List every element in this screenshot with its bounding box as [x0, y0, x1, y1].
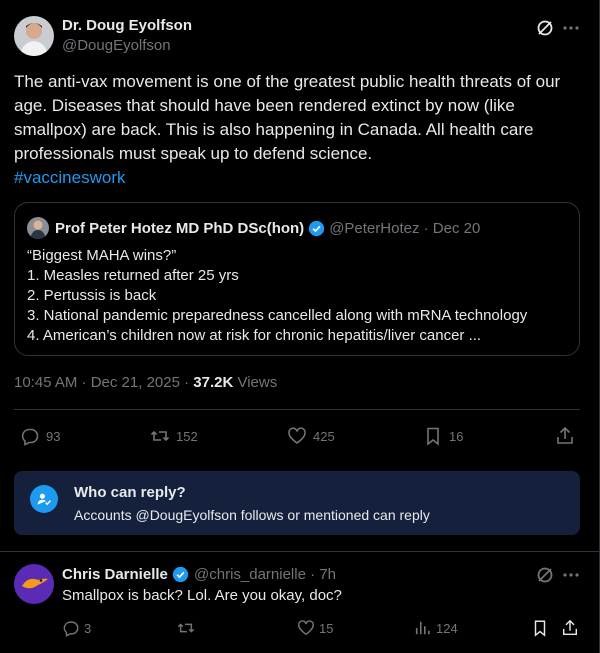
- who-can-reply-banner: Who can reply? Accounts @DougEyolfson fo…: [14, 471, 580, 535]
- bookmark-button[interactable]: 16: [423, 426, 463, 446]
- quoted-line: “Biggest MAHA wins?”: [27, 247, 177, 264]
- reply-author-name[interactable]: Chris Darnielle: [62, 566, 168, 583]
- reply-icon: [21, 428, 39, 446]
- share-button[interactable]: [561, 619, 585, 637]
- quoted-line: 2. Pertussis is back: [27, 287, 157, 304]
- reply-count: 93: [46, 428, 61, 444]
- hashtag-link[interactable]: #vaccineswork: [14, 166, 574, 190]
- like-button[interactable]: 15: [297, 619, 333, 637]
- author-handle[interactable]: @DougEyolfson: [62, 37, 171, 54]
- views-label: Views: [233, 374, 278, 391]
- author-avatar[interactable]: [14, 16, 54, 56]
- action-bar: 93 152 425 16: [0, 425, 600, 447]
- repost-button[interactable]: 152: [150, 426, 198, 446]
- quoted-author-name: Prof Peter Hotez MD PhD DSc(hon): [55, 219, 305, 237]
- like-count: 425: [313, 428, 335, 444]
- bookmark-count: 16: [449, 428, 464, 444]
- who-can-reply-subtitle: Accounts @DougEyolfson follows or mentio…: [74, 507, 430, 523]
- bookmark-icon: [534, 620, 546, 637]
- quoted-line: 4. American’s children now at risk for c…: [27, 327, 482, 344]
- share-button[interactable]: [555, 426, 581, 446]
- bookmark-icon: [427, 427, 439, 446]
- author-name[interactable]: Dr. Doug Eyolfson: [62, 17, 192, 34]
- reply-meta[interactable]: @chris_darnielle · 7h: [194, 566, 336, 583]
- reply-count: 3: [84, 620, 92, 636]
- reply-author-avatar[interactable]: [14, 564, 54, 604]
- views-count: 124: [436, 620, 458, 636]
- divider: [14, 409, 580, 410]
- reply-action-bar: 3 15 124: [0, 618, 600, 640]
- grok-icon[interactable]: [535, 565, 555, 585]
- views-icon: [415, 621, 430, 635]
- quoted-author-avatar: [27, 217, 49, 239]
- quoted-text: “Biggest MAHA wins?” 1. Measles returned…: [27, 246, 572, 346]
- quoted-line: 3. National pandemic preparedness cancel…: [27, 307, 528, 324]
- repost-icon: [177, 623, 195, 633]
- reply-button[interactable]: 3: [62, 619, 91, 637]
- verified-icon: [309, 220, 325, 236]
- divider: [0, 551, 600, 552]
- post-timestamp[interactable]: 10:45 AM · Dec 21, 2025 ·: [14, 374, 193, 391]
- quoted-post[interactable]: Prof Peter Hotez MD PhD DSc(hon) @PeterH…: [14, 202, 580, 356]
- reply-settings-icon: [30, 485, 58, 513]
- like-icon: [298, 620, 314, 636]
- who-can-reply-title: Who can reply?: [74, 484, 186, 501]
- reply-icon: [63, 621, 79, 637]
- post-body: The anti-vax movement is one of the grea…: [14, 72, 561, 163]
- views-count: 37.2K: [193, 374, 234, 391]
- verified-icon: [172, 566, 189, 583]
- post-meta: 10:45 AM · Dec 21, 2025 · 37.2K Views: [14, 374, 277, 391]
- bookmark-button[interactable]: [531, 619, 555, 637]
- share-icon: [562, 619, 578, 636]
- repost-button[interactable]: [177, 619, 201, 637]
- more-icon[interactable]: [561, 565, 581, 585]
- quoted-meta: @PeterHotez · Dec 20: [329, 219, 481, 237]
- reply-text: Smallpox is back? Lol. Are you okay, doc…: [62, 587, 342, 604]
- more-icon[interactable]: [561, 18, 581, 38]
- share-icon: [557, 426, 573, 444]
- post-text: The anti-vax movement is one of the grea…: [14, 70, 574, 190]
- like-count: 15: [319, 620, 334, 636]
- grok-icon[interactable]: [535, 18, 555, 38]
- repost-count: 152: [176, 428, 198, 444]
- like-button[interactable]: 425: [287, 426, 335, 446]
- repost-icon: [150, 430, 170, 442]
- post-detail: Dr. Doug Eyolfson @DougEyolfson The anti…: [0, 0, 600, 653]
- reply-button[interactable]: 93: [20, 426, 60, 446]
- like-icon: [288, 427, 306, 444]
- views-button[interactable]: 124: [414, 619, 458, 637]
- quoted-post-header: Prof Peter Hotez MD PhD DSc(hon) @PeterH…: [27, 217, 480, 239]
- quoted-line: 1. Measles returned after 25 yrs: [27, 267, 239, 284]
